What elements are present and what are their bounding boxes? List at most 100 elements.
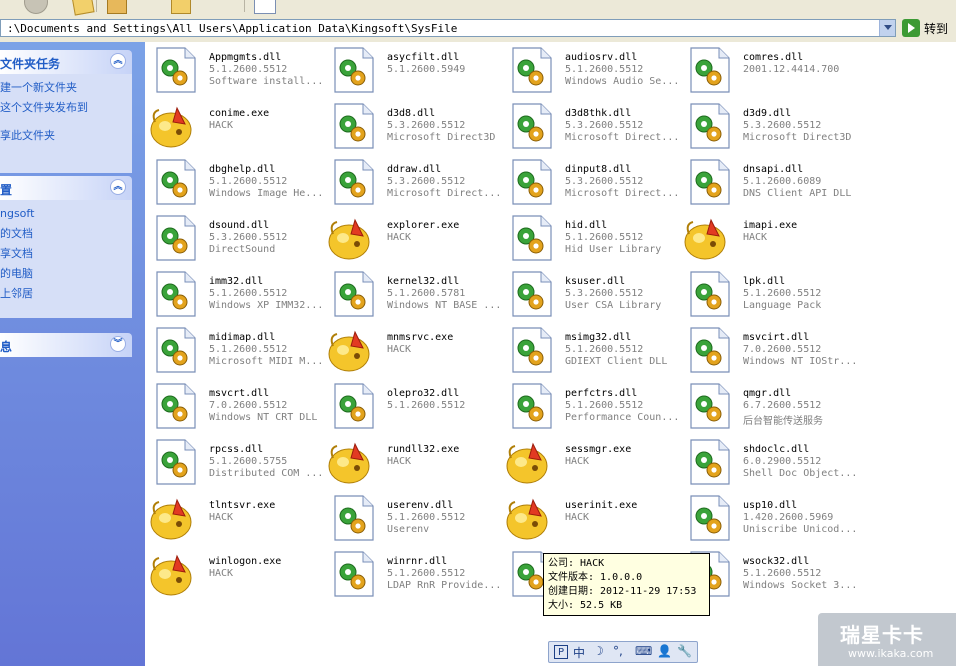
file-item[interactable]: d3d8thk.dll 5.3.2600.5512 Microsoft Direct… <box>509 100 684 152</box>
go-button[interactable]: 转到 <box>902 19 954 38</box>
file-item[interactable]: sessmgr.exe HACK <box>506 436 684 488</box>
file-item[interactable]: imm32.dll 5.1.2600.5512 Windows XP IMM32..… <box>153 268 328 320</box>
task-link-share-folder[interactable]: 享此文件夹 <box>0 126 132 146</box>
dll-gear-icon[interactable] <box>331 102 377 150</box>
hack-exe-icon[interactable] <box>327 438 373 486</box>
dll-gear-icon[interactable] <box>509 158 555 206</box>
dll-gear-icon[interactable] <box>687 102 733 150</box>
dll-gear-icon[interactable] <box>331 382 377 430</box>
dll-gear-icon[interactable] <box>153 326 199 374</box>
search-icon[interactable] <box>107 0 127 14</box>
file-item[interactable]: msvcirt.dll 7.0.2600.5512 Windows NT IOStr… <box>687 324 862 376</box>
file-item[interactable]: wsock32.dll 5.1.2600.5512 Windows Socket 3… <box>687 548 862 600</box>
dll-gear-icon[interactable] <box>331 270 377 318</box>
collapse-chevron-icon[interactable]: ︽ <box>110 53 126 69</box>
place-link-my-documents[interactable]: 的文档 <box>0 224 132 244</box>
ime-halfwidth-icon[interactable]: ☽ <box>593 644 604 658</box>
ime-settings-icon[interactable]: 🔧 <box>677 644 692 658</box>
dll-gear-icon[interactable] <box>687 382 733 430</box>
dll-gear-icon[interactable] <box>331 550 377 598</box>
task-link-new-folder[interactable]: 建一个新文件夹 <box>0 78 132 98</box>
back-button-icon[interactable] <box>24 0 48 14</box>
dll-gear-icon[interactable] <box>153 270 199 318</box>
file-item[interactable]: dnsapi.dll 5.1.2600.6089 DNS Client API DL… <box>687 156 862 208</box>
file-item[interactable]: conime.exe HACK <box>150 100 328 152</box>
ime-punctuation-icon[interactable]: °, <box>613 644 623 658</box>
dll-gear-icon[interactable] <box>153 382 199 430</box>
dll-gear-icon[interactable] <box>331 46 377 94</box>
place-link-kingsoft[interactable]: ngsoft <box>0 204 132 224</box>
dll-gear-icon[interactable] <box>687 326 733 374</box>
file-item[interactable]: olepro32.dll 5.1.2600.5512 <box>331 380 506 432</box>
file-item[interactable]: qmgr.dll 6.7.2600.5512 后台智能传送服务 <box>687 380 862 432</box>
file-item[interactable]: mnmsrvc.exe HACK <box>328 324 506 376</box>
file-item[interactable]: ksuser.dll 5.3.2600.5512 User CSA Library <box>509 268 684 320</box>
folders-icon[interactable] <box>171 0 191 14</box>
file-item[interactable]: imapi.exe HACK <box>684 212 862 264</box>
dll-gear-icon[interactable] <box>687 438 733 486</box>
views-icon[interactable] <box>254 0 276 14</box>
dll-gear-icon[interactable] <box>687 270 733 318</box>
file-item[interactable]: Appmgmts.dll 5.1.2600.5512 Software instal… <box>153 44 328 96</box>
ime-user-icon[interactable]: 👤 <box>657 644 672 658</box>
up-folder-icon[interactable] <box>71 0 95 16</box>
file-item[interactable]: comres.dll 2001.12.4414.700 <box>687 44 862 96</box>
file-item[interactable]: hid.dll 5.1.2600.5512 Hid User Library <box>509 212 684 264</box>
file-item[interactable]: ddraw.dll 5.3.2600.5512 Microsoft Direct..… <box>331 156 506 208</box>
dll-gear-icon[interactable] <box>687 158 733 206</box>
address-input[interactable]: :\Documents and Settings\All Users\Appli… <box>0 19 896 37</box>
hack-exe-icon[interactable] <box>505 494 551 542</box>
hack-exe-icon[interactable] <box>149 550 195 598</box>
file-tasks-header[interactable]: 文件夹任务 ︽ <box>0 50 132 74</box>
file-item[interactable]: winrnr.dll 5.1.2600.5512 LDAP RnR Provide.… <box>331 548 506 600</box>
collapse-chevron-icon[interactable]: ︽ <box>110 179 126 195</box>
hack-exe-icon[interactable] <box>149 494 195 542</box>
file-item[interactable]: msimg32.dll 5.1.2600.5512 GDIEXT Client DL… <box>509 324 684 376</box>
dll-gear-icon[interactable] <box>153 214 199 262</box>
dll-gear-icon[interactable] <box>509 270 555 318</box>
file-item[interactable]: explorer.exe HACK <box>328 212 506 264</box>
file-item[interactable]: midimap.dll 5.1.2600.5512 Microsoft MIDI M… <box>153 324 328 376</box>
file-item[interactable]: lpk.dll 5.1.2600.5512 Language Pack <box>687 268 862 320</box>
ime-keyboard-icon[interactable]: ⌨ <box>635 644 652 658</box>
file-item[interactable]: rpcss.dll 5.1.2600.5755 Distributed COM ..… <box>153 436 328 488</box>
dll-gear-icon[interactable] <box>509 214 555 262</box>
dll-gear-icon[interactable] <box>509 382 555 430</box>
dll-gear-icon[interactable] <box>153 46 199 94</box>
dll-gear-icon[interactable] <box>509 102 555 150</box>
file-item[interactable]: d3d8.dll 5.3.2600.5512 Microsoft Direct3D <box>331 100 506 152</box>
ime-chinese-mode[interactable]: 中 <box>573 644 585 661</box>
file-item[interactable]: msvcrt.dll 7.0.2600.5512 Windows NT CRT DL… <box>153 380 328 432</box>
file-item[interactable]: usp10.dll 1.420.2600.5969 Uniscribe Unicod… <box>687 492 862 544</box>
file-item[interactable]: tlntsvr.exe HACK <box>150 492 328 544</box>
dll-gear-icon[interactable] <box>331 494 377 542</box>
file-item[interactable]: dinput8.dll 5.3.2600.5512 Microsoft Direct… <box>509 156 684 208</box>
file-item[interactable]: userinit.exe HACK <box>506 492 684 544</box>
dll-gear-icon[interactable] <box>331 158 377 206</box>
file-item[interactable]: userenv.dll 5.1.2600.5512 Userenv <box>331 492 506 544</box>
details-header[interactable]: 息 ︾ <box>0 333 132 357</box>
place-link-network-places[interactable]: 上邻居 <box>0 284 132 304</box>
expand-chevron-icon[interactable]: ︾ <box>110 336 126 352</box>
file-item[interactable]: winlogon.exe HACK <box>150 548 328 600</box>
hack-exe-icon[interactable] <box>327 214 373 262</box>
dll-gear-icon[interactable] <box>509 46 555 94</box>
dll-gear-icon[interactable] <box>687 494 733 542</box>
dll-gear-icon[interactable] <box>509 326 555 374</box>
hack-exe-icon[interactable] <box>149 102 195 150</box>
hack-exe-icon[interactable] <box>327 326 373 374</box>
place-link-shared-documents[interactable]: 享文档 <box>0 244 132 264</box>
ime-logo-icon[interactable]: P <box>554 645 568 659</box>
file-item[interactable]: rundll32.exe HACK <box>328 436 506 488</box>
file-item[interactable]: kernel32.dll 5.1.2600.5781 Windows NT BASE… <box>331 268 506 320</box>
address-dropdown-icon[interactable] <box>879 20 895 36</box>
other-places-header[interactable]: 置 ︽ <box>0 176 132 200</box>
file-item[interactable]: d3d9.dll 5.3.2600.5512 Microsoft Direct3D <box>687 100 862 152</box>
hack-exe-icon[interactable] <box>683 214 729 262</box>
file-item[interactable]: perfctrs.dll 5.1.2600.5512 Performance Cou… <box>509 380 684 432</box>
dll-gear-icon[interactable] <box>153 158 199 206</box>
place-link-my-computer[interactable]: 的电脑 <box>0 264 132 284</box>
file-item[interactable]: asycfilt.dll 5.1.2600.5949 <box>331 44 506 96</box>
hack-exe-icon[interactable] <box>505 438 551 486</box>
task-link-publish-folder[interactable]: 这个文件夹发布到 <box>0 98 132 118</box>
